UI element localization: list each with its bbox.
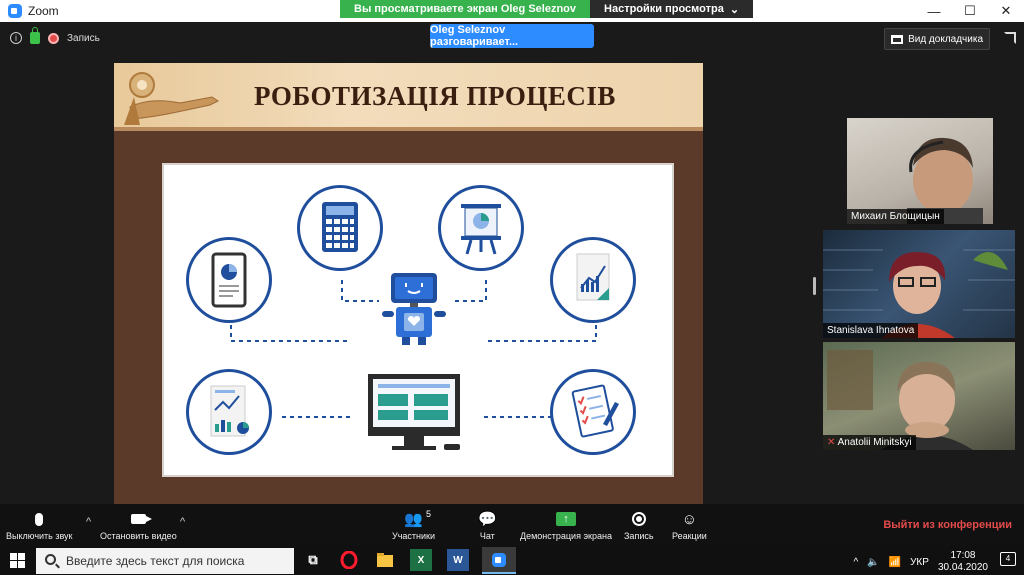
reactions-label: Реакции [672,531,707,541]
record-label: Запись [624,531,654,541]
presentation-board-icon [461,204,501,255]
audio-options-chevron-icon[interactable]: ^ [86,516,91,528]
share-screen-button[interactable]: ↑ Демонстрация экрана [520,510,612,541]
participant-name-2: Stanislava Ihnatova [823,323,919,338]
viewing-screen-label: Вы просматриваете экран Oleg Seleznov [340,0,591,18]
speaker-view-button[interactable]: Вид докладчика [884,28,990,50]
record-icon [631,512,646,526]
participants-icon: 👥 [404,511,423,528]
checklist-icon [571,384,619,438]
robot-icon [382,273,446,345]
opera-icon[interactable] [338,549,360,571]
volume-icon[interactable]: 🔈 [867,557,879,568]
word-icon[interactable]: W [447,549,469,571]
reactions-icon: ☺ [681,510,698,528]
recording-label: Запись [67,32,100,44]
panel-resize-handle[interactable] [813,277,816,295]
participant-name-3: ✕ Anatolii Minitskyi [823,435,916,450]
zoom-taskbar-icon[interactable] [482,547,516,574]
search-placeholder: Введите здесь текст для поиска [66,554,245,568]
window-title: Zoom [28,4,59,18]
clock-date: 30.04.2020 [937,562,988,573]
slide-title: РОБОТИЗАЦІЯ ПРОЦЕСІВ [254,81,616,111]
view-options-label: Настройки просмотра [604,3,724,15]
checklist-node [550,369,636,455]
stop-video-label: Остановить видео [100,531,177,541]
calculator-node [297,185,383,271]
active-speaker-indicator: Oleg Seleznov разговаривает... [430,24,594,48]
windows-start-icon[interactable] [10,553,25,568]
muted-mic-icon: ✕ [827,437,836,448]
stop-video-button[interactable]: Остановить видео [100,510,177,541]
notifications-icon[interactable]: 4 [1000,552,1016,566]
participant-video-2 [823,249,1015,338]
chevron-down-icon: ⌄ [729,3,740,16]
camera-icon [130,514,152,524]
share-screen-icon: ↑ [555,512,576,526]
tablet-icon [211,252,247,308]
report-node [550,237,636,323]
meeting-toolbar: Выключить звук ^ Остановить видео ^ 👥 Уч… [0,504,1024,546]
growth-report-icon [576,253,610,301]
reactions-button[interactable]: ☺ Реакции [672,510,707,542]
search-icon [45,554,56,565]
app-title: Zoom [8,4,59,18]
robot-hand-illustration [124,72,219,125]
chat-button[interactable]: 💬 Чат [478,510,497,541]
statistics-sheet-icon [210,385,249,437]
presentation-node [438,185,524,271]
chat-label: Чат [479,531,495,541]
participants-label: Участники [392,531,435,541]
clock-time: 17:08 [950,550,976,561]
share-screen-label: Демонстрация экрана [520,531,612,541]
windows-taskbar: Введите здесь текст для поиска ⧉ X W ^ 🔈… [0,546,1024,575]
slide-diagram [162,163,674,477]
wifi-icon[interactable]: 📶 [889,557,901,568]
close-button[interactable]: ✕ [988,0,1024,22]
meeting-status-bar: i Запись [10,27,100,44]
tablet-node [186,237,272,323]
slide-header: РОБОТИЗАЦІЯ ПРОЦЕСІВ [114,63,703,131]
leave-meeting-button[interactable]: Выйти из конференции [883,519,1012,531]
microphone-icon [35,512,44,526]
recording-icon [48,32,59,44]
mute-label: Выключить звук [6,531,73,541]
participant-video-3 [827,350,973,450]
lock-icon[interactable] [30,27,40,44]
video-options-chevron-icon[interactable]: ^ [180,516,185,528]
calculator-icon [322,202,358,252]
record-button[interactable]: Запись [624,510,654,541]
shared-screen: РОБОТИЗАЦІЯ ПРОЦЕСІВ [114,63,703,504]
participant-tile-3[interactable]: ✕ Anatolii Minitskyi [823,342,1015,450]
tray-overflow-icon[interactable]: ^ [853,557,858,568]
meeting-area: i Запись Oleg Seleznov разговаривает... … [0,22,1024,504]
speaker-view-label: Вид докладчика [908,33,983,45]
speaker-view-icon [891,34,904,44]
chat-icon: 💬 [478,511,497,528]
mute-button[interactable]: Выключить звук [6,510,73,541]
system-tray: ^ 🔈 📶 УКР 17:08 30.04.2020 [853,550,988,574]
statistics-node [186,369,272,455]
participant-tile-2[interactable]: Stanislava Ihnatova [823,230,1015,338]
minimize-button[interactable]: — [916,0,952,22]
taskbar-search-input[interactable]: Введите здесь текст для поиска [36,548,294,574]
window-titlebar: Zoom Вы просматриваете экран Oleg Selezn… [0,0,1024,22]
zoom-logo-icon [8,4,22,18]
view-options-dropdown[interactable]: Настройки просмотра ⌄ [590,0,754,18]
maximize-button[interactable]: ☐ [952,0,988,22]
excel-icon[interactable]: X [410,549,432,571]
participants-count: 5 [426,509,432,519]
file-explorer-icon[interactable] [374,549,396,571]
window-controls: — ☐ ✕ [916,0,1024,22]
input-language[interactable]: УКР [910,557,929,568]
task-view-icon[interactable]: ⧉ [302,549,324,571]
taskbar-clock[interactable]: 17:08 30.04.2020 [938,550,988,574]
participant-tile-1[interactable]: Михаил Блощицын [847,118,993,224]
desktop-monitor-icon [368,374,460,450]
participant-name-1: Михаил Блощицын [847,209,944,224]
fullscreen-icon[interactable] [1004,32,1016,44]
info-icon[interactable]: i [10,32,22,44]
screen-share-banner: Вы просматриваете экран Oleg Seleznov На… [340,0,754,18]
